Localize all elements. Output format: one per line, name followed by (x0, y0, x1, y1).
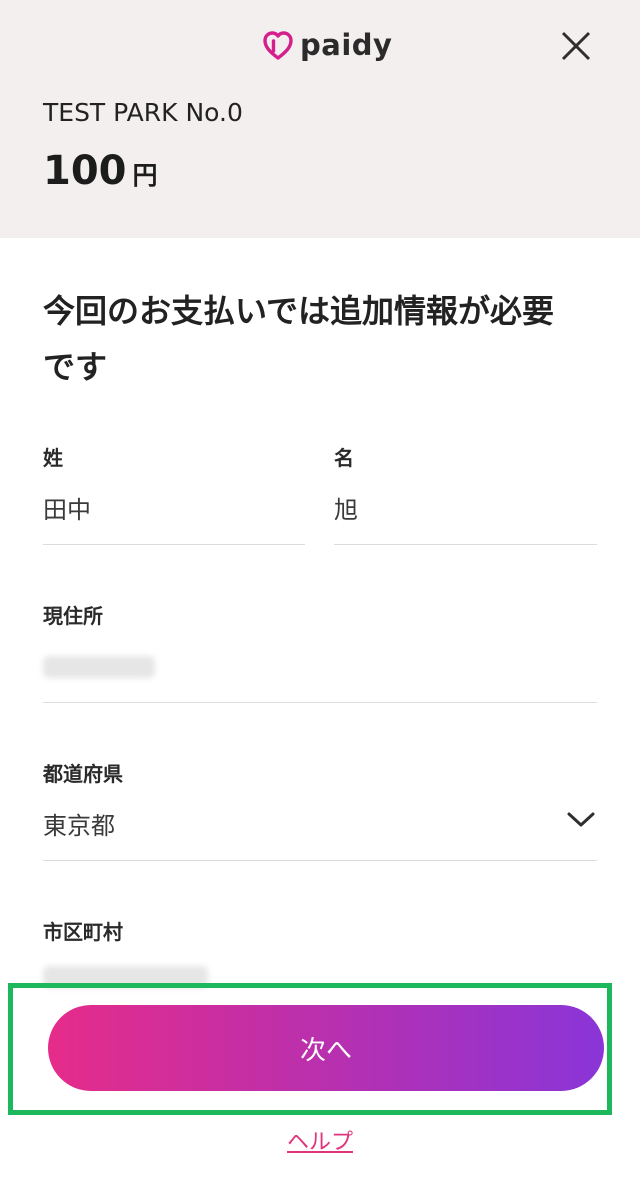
checkout-header: paidy TEST PARK No.0 100 円 (0, 0, 640, 238)
amount-value: 100 (43, 148, 127, 194)
first-name-field[interactable]: 旭 (334, 480, 597, 545)
address-field[interactable] (43, 638, 597, 703)
prefecture-label: 都道府県 (43, 762, 123, 786)
last-name-value: 田中 (43, 496, 91, 524)
paidy-logo-text: paidy (300, 28, 393, 62)
paidy-logo: paidy (262, 28, 392, 62)
prefecture-value: 東京都 (43, 812, 115, 840)
paidy-logo-icon (263, 31, 293, 60)
page-title-line1: 今回のお支払いでは追加情報が必要 (43, 292, 555, 330)
city-label: 市区町村 (43, 920, 123, 944)
help-link[interactable]: ヘルプ (0, 1124, 640, 1156)
last-name-field[interactable]: 田中 (43, 480, 305, 545)
next-button-highlight: 次へ (8, 983, 612, 1115)
prefecture-select[interactable]: 東京都 (43, 796, 597, 861)
last-name-label: 姓 (43, 446, 63, 470)
page-title-line2: です (43, 348, 108, 386)
merchant-name: TEST PARK No.0 (43, 98, 243, 127)
page-title: 今回のお支払いでは追加情報が必要 です (43, 283, 603, 395)
address-value-redacted (43, 656, 155, 678)
next-button[interactable]: 次へ (48, 1005, 604, 1091)
first-name-label: 名 (334, 446, 354, 470)
chevron-down-icon (567, 812, 595, 827)
first-name-value: 旭 (334, 496, 358, 524)
amount-unit: 円 (132, 161, 158, 190)
close-icon[interactable] (556, 26, 596, 66)
payment-amount: 100 円 (43, 148, 158, 194)
address-label: 現住所 (43, 604, 103, 628)
checkout-page: paidy TEST PARK No.0 100 円 今回のお支払いでは追加情報… (0, 0, 640, 1190)
